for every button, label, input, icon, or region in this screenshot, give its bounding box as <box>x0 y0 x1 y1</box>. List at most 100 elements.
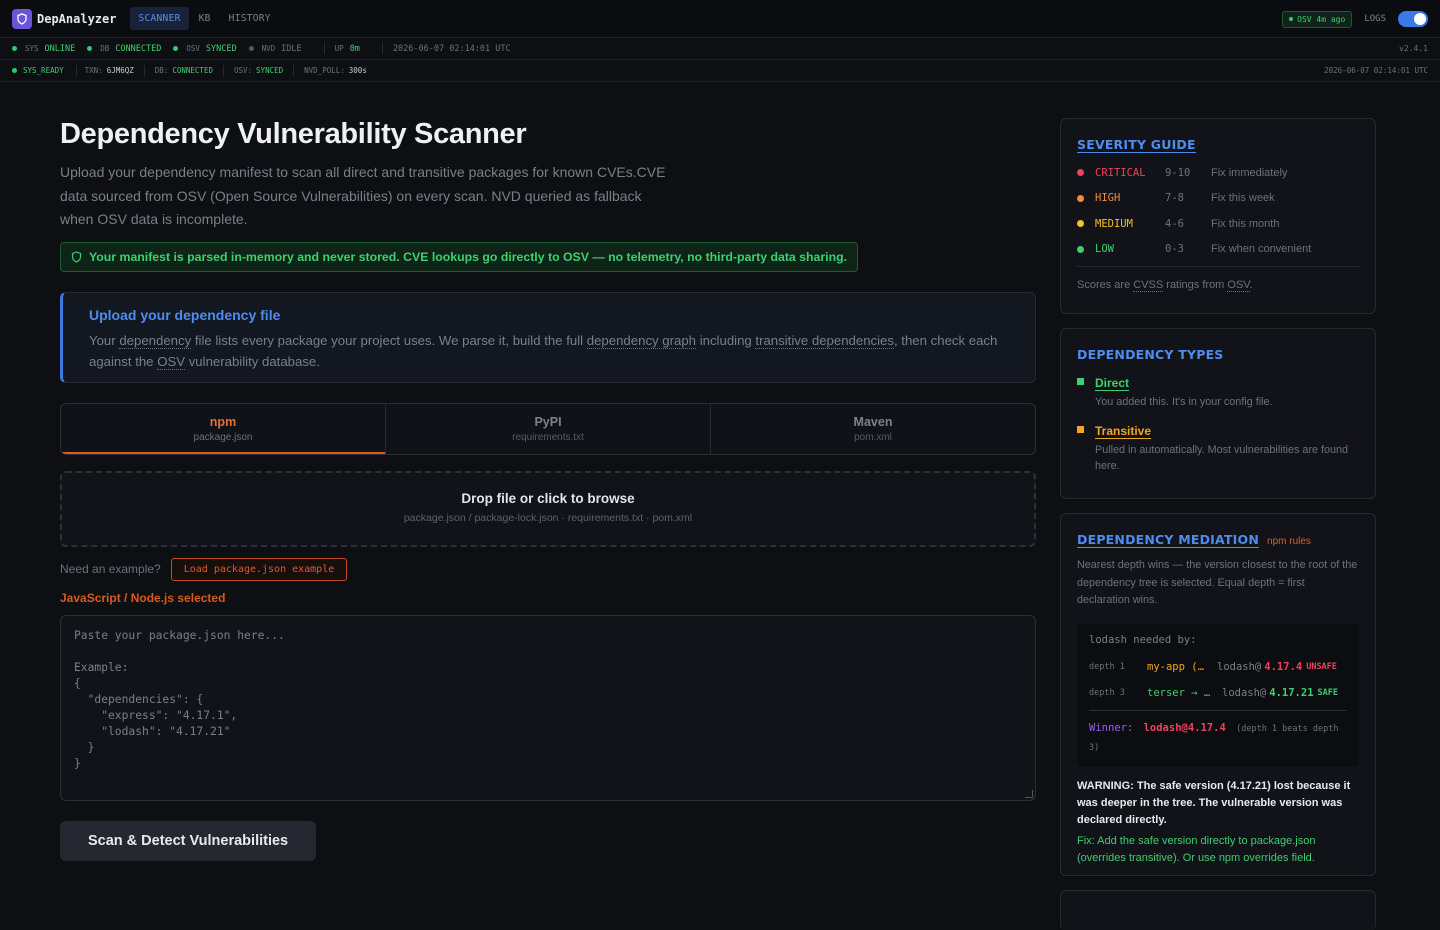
severity-range: 7-8 <box>1165 192 1184 205</box>
osv-value: SYNCED <box>205 43 237 54</box>
severity-dot-icon <box>1077 194 1084 202</box>
mediation-warning: WARNING: The safe version (4.17.21) lost… <box>1077 779 1351 826</box>
osv-sync-text: OSV 4m ago <box>1297 14 1346 24</box>
top-bar: DepAnalyzer SCANNER KB HISTORY OSV 4m ag… <box>0 0 1440 38</box>
manifest-textarea[interactable]: Paste your package.json here... Example:… <box>60 614 1036 801</box>
note-text: ratings from <box>1163 279 1228 291</box>
nvd-key: NVD <box>261 44 276 53</box>
example-row: Need an example? Load package.json examp… <box>60 557 1036 581</box>
severity-range: 9-10 <box>1165 166 1191 179</box>
sys-ready-label: SYS_READY <box>23 66 64 75</box>
unsafe-tag: UNSAFE <box>1306 661 1337 672</box>
required-by: my-app (… <box>1147 660 1204 673</box>
dependency-types-title: DEPENDENCY TYPES <box>1077 347 1224 362</box>
ecosystem-file: pom.xml <box>854 431 892 443</box>
dep-type-transitive: Transitive Pulled in automatically. Most… <box>1077 422 1359 474</box>
divider <box>222 65 224 76</box>
toggle-knob <box>1414 13 1426 25</box>
tab-npm[interactable]: npm package.json <box>61 403 386 454</box>
severity-list: CRITICAL 9-10 Fix immediately HIGH 7-8 Fix th… <box>1077 160 1359 262</box>
severity-range: 0-3 <box>1165 243 1184 256</box>
upload-desc-text: vulnerability database. <box>185 353 320 369</box>
tab-maven[interactable]: Maven pom.xml <box>711 404 1035 454</box>
upload-info-panel: Upload your dependency file Your depende… <box>60 291 1036 383</box>
transitive-label[interactable]: Transitive <box>1095 424 1152 439</box>
file-drop-zone[interactable]: Drop file or click to browse package.jso… <box>60 470 1036 547</box>
severity-action: Fix this month <box>1211 217 1280 230</box>
mediation-fix: Fix: Add the safe version directly to pa… <box>1077 834 1316 864</box>
logs-toggle[interactable] <box>1398 11 1428 27</box>
tab-history[interactable]: HISTORY <box>221 7 279 30</box>
transitive-square-icon <box>1077 426 1084 433</box>
main-nav: SCANNER KB HISTORY <box>130 7 280 30</box>
severity-dot-icon <box>1077 220 1084 228</box>
transitive-description: Pulled in automatically. Most vulnerabil… <box>1095 444 1349 472</box>
term-dependency-graph[interactable]: dependency graph <box>586 332 697 349</box>
ecosystem-name: PyPI <box>534 414 562 429</box>
divider <box>143 65 145 76</box>
ecosystem-name: Maven <box>853 414 893 429</box>
db-key: DB <box>100 44 110 53</box>
direct-description: You added this. It's in your config file… <box>1095 396 1273 408</box>
severity-row-low: LOW 0-3 Fix when convenient <box>1077 237 1359 263</box>
severity-action: Fix immediately <box>1211 166 1288 179</box>
term-cvss[interactable]: CVSS <box>1133 279 1164 292</box>
divider <box>381 43 383 54</box>
severity-action: Fix when convenient <box>1211 243 1312 256</box>
required-by: terser → … <box>1147 686 1211 699</box>
dep-type-direct: Direct You added this. It's in your conf… <box>1077 374 1359 410</box>
drop-zone-title: Drop file or click to browse <box>461 490 635 506</box>
npm-rules-badge: npm rules <box>1267 536 1311 547</box>
divider <box>75 65 77 76</box>
severity-range: 4-6 <box>1165 217 1184 230</box>
version-label: v2.4.1 <box>1399 44 1428 53</box>
severity-guide-card: SEVERITY GUIDE CRITICAL 9-10 Fix immediate… <box>1060 118 1376 314</box>
mediation-title[interactable]: DEPENDENCY MEDIATION <box>1077 532 1260 548</box>
page-description: Upload your dependency manifest to scan … <box>60 164 666 227</box>
term-transitive-dependencies[interactable]: transitive dependencies <box>755 332 894 349</box>
term-osv[interactable]: OSV <box>157 353 186 370</box>
severity-row-critical: CRITICAL 9-10 Fix immediately <box>1077 160 1359 186</box>
status2-timestamp: 2026-06-07 02:14:01 UTC <box>1324 66 1428 75</box>
severity-row-high: HIGH 7-8 Fix this week <box>1077 186 1359 212</box>
osv-sync-badge: OSV 4m ago <box>1282 10 1353 28</box>
sys-key: SYS <box>25 44 39 53</box>
db2-value: CONNECTED <box>172 66 213 75</box>
nvd-poll-key: NVD_POLL: <box>304 66 345 75</box>
ecosystem-name: npm <box>209 414 237 429</box>
package-name: lodash@ <box>1222 686 1267 699</box>
tab-scanner[interactable]: SCANNER <box>130 7 189 30</box>
resize-handle-icon[interactable] <box>1025 789 1033 798</box>
next-card <box>1060 890 1376 930</box>
load-example-button[interactable]: Load package.json example <box>170 557 348 581</box>
privacy-notice: Your manifest is parsed in-memory and ne… <box>60 241 859 272</box>
severity-name: HIGH <box>1095 192 1121 205</box>
ecosystem-file: requirements.txt <box>512 431 584 443</box>
mediation-code-example: lodash needed by: depth 1 my-app (… loda… <box>1077 623 1359 767</box>
uptime-value: 0m <box>349 43 360 54</box>
severity-dot-icon <box>1077 169 1084 177</box>
mediation-row-depth1: depth 1 my-app (… lodash@ 4.17.4 UNSAFE <box>1089 654 1347 680</box>
severity-dot-icon <box>1077 245 1084 253</box>
note-text: Scores are <box>1077 279 1134 291</box>
uptime-key: UP <box>334 44 344 53</box>
page-title: Dependency Vulnerability Scanner <box>60 118 527 150</box>
package-version: 4.17.4 <box>1264 660 1303 673</box>
tab-pypi[interactable]: PyPI requirements.txt <box>386 403 711 454</box>
scan-button[interactable]: Scan & Detect Vulnerabilities <box>60 820 317 861</box>
db-value: CONNECTED <box>115 43 162 54</box>
severity-guide-title[interactable]: SEVERITY GUIDE <box>1077 137 1196 153</box>
direct-label[interactable]: Direct <box>1095 376 1130 391</box>
tab-kb[interactable]: KB <box>191 7 219 30</box>
system-status-bar: SYS ONLINE DB CONNECTED OSV SYNCED NVD I… <box>0 38 1440 60</box>
textarea-placeholder: Paste your package.json here... Example:… <box>74 628 285 770</box>
sys-value: ONLINE <box>44 43 76 54</box>
term-dependency[interactable]: dependency <box>119 332 192 349</box>
depth-label: depth 1 <box>1089 661 1125 672</box>
winner-label: Winner: <box>1089 721 1134 734</box>
app-logo[interactable]: DepAnalyzer <box>12 8 116 29</box>
mediation-row-depth3: depth 3 terser → … lodash@ 4.17.21 SAFE <box>1089 680 1347 706</box>
shield-icon <box>71 250 82 263</box>
term-osv[interactable]: OSV <box>1227 279 1250 292</box>
db2-key: DB: <box>154 66 169 75</box>
